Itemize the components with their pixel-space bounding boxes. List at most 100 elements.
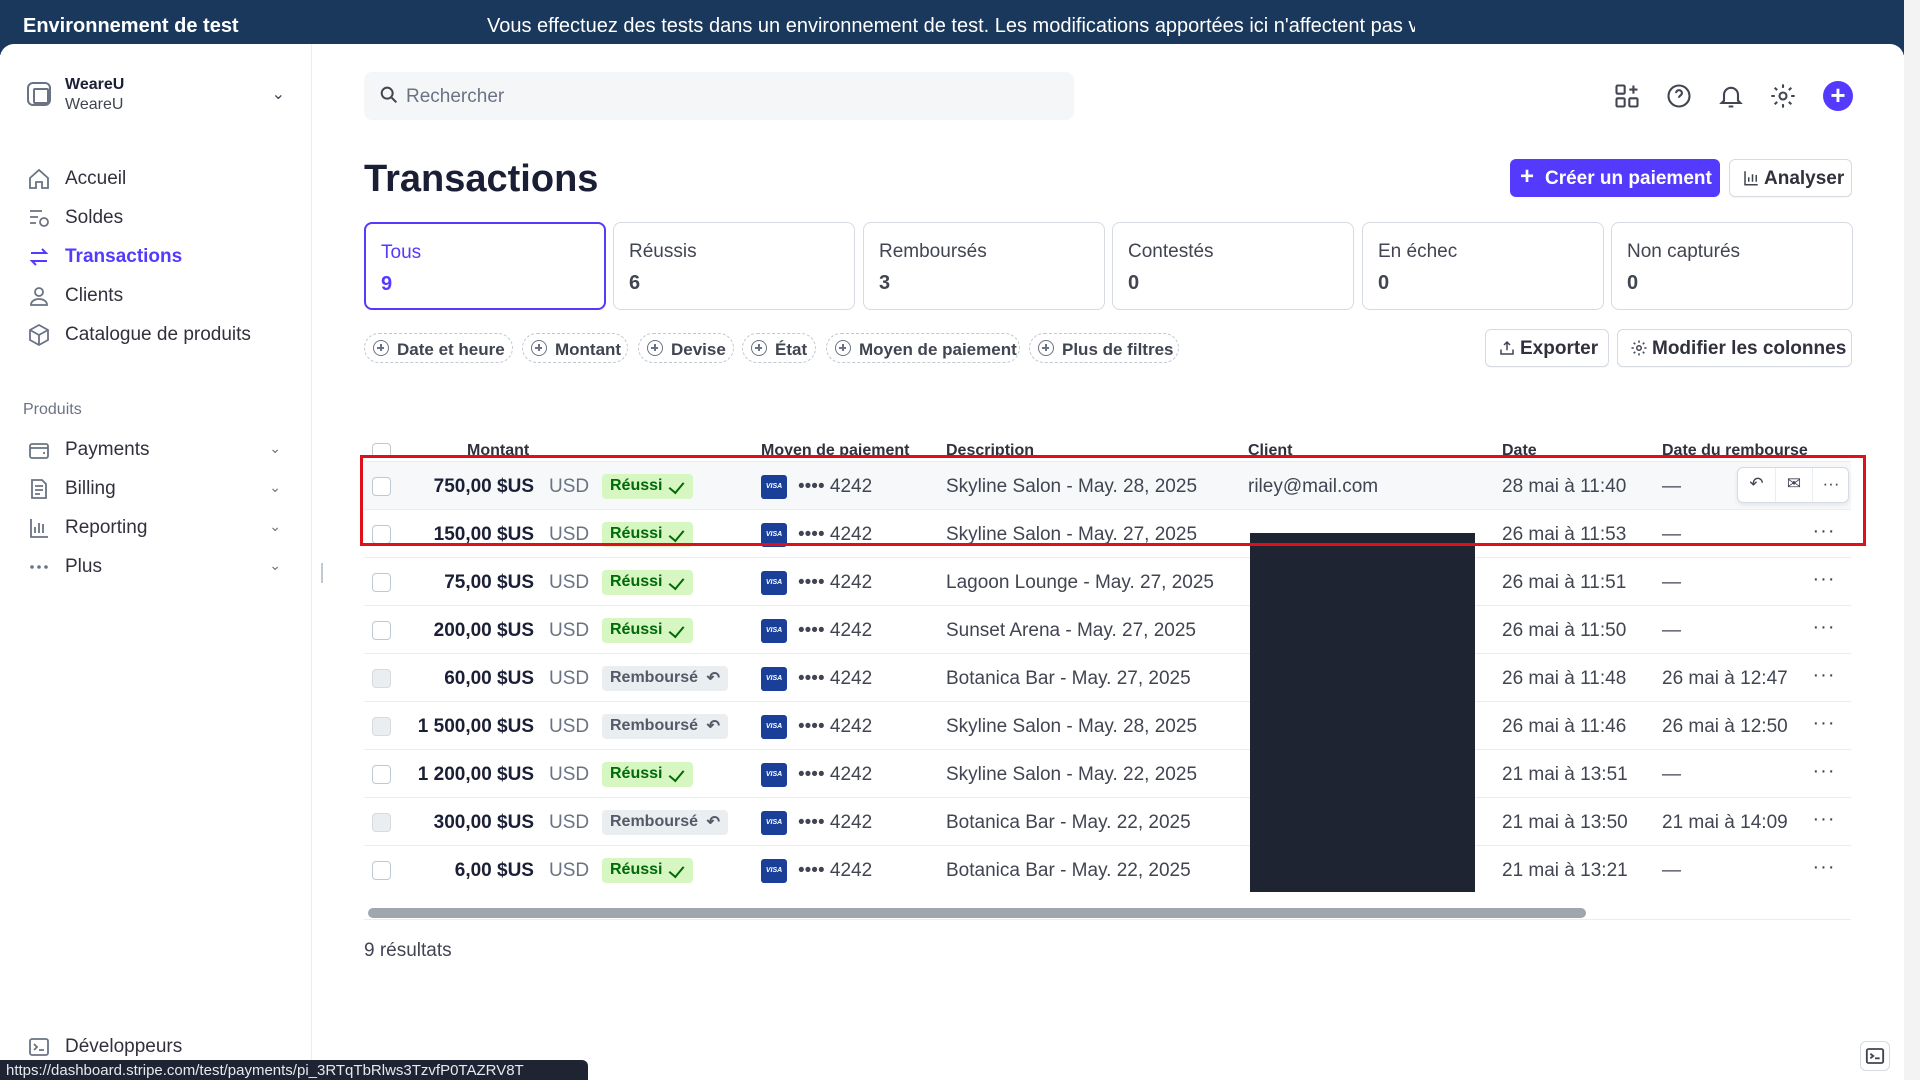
more-icon[interactable]: ··· — [1809, 567, 1839, 597]
card-count: 0 — [1627, 272, 1639, 294]
sidebar-item-clients[interactable]: Clients — [23, 280, 285, 312]
refund-date: 26 mai à 12:50 — [1662, 716, 1788, 737]
refund-date: — — [1662, 764, 1681, 785]
sidebar-item-catalogue[interactable]: Catalogue de produits — [23, 319, 285, 351]
bar-chart-icon — [1744, 171, 1758, 186]
card-count: 0 — [1128, 272, 1140, 294]
visa-card-icon: VISA — [761, 763, 787, 787]
dashboard: WeareU WeareU ⌄ Accueil Soldes Transacti… — [0, 44, 1904, 1080]
status-badge: Remboursé ↶ — [602, 810, 728, 835]
date: 21 mai à 13:51 — [1502, 764, 1628, 785]
currency: USD — [549, 716, 590, 737]
dots-icon — [30, 565, 48, 569]
create-plus-icon[interactable]: + — [1823, 81, 1853, 111]
filter-status[interactable]: État — [742, 333, 816, 363]
filter-label: État — [775, 340, 808, 359]
status-badge: Réussi — [602, 570, 693, 595]
add-circle-icon — [531, 340, 547, 356]
edit-columns-button[interactable]: Modifier les colonnes — [1617, 329, 1852, 367]
card-count: 0 — [1378, 272, 1390, 294]
billing-icon — [31, 479, 47, 499]
filter-amount[interactable]: Montant — [522, 333, 628, 363]
table-row[interactable]: 200,00 $US USD Réussi VISA •••• 4242 Sun… — [364, 605, 1851, 653]
more-icon[interactable]: ··· — [1809, 807, 1839, 837]
account-sub-name: WeareU — [65, 96, 124, 113]
description: Sunset Arena - May. 27, 2025 — [946, 620, 1196, 641]
sidebar-item-transactions[interactable]: Transactions — [23, 241, 285, 273]
card-last4: •••• 4242 — [798, 620, 873, 641]
search-icon — [380, 86, 398, 104]
tab-tous[interactable]: Tous 9 — [364, 222, 606, 310]
filter-date[interactable]: Date et heure — [364, 333, 513, 363]
redacted-customer-block — [1250, 533, 1475, 892]
bell-icon[interactable] — [1717, 82, 1745, 110]
filter-currency[interactable]: Devise — [638, 333, 734, 363]
more-icon[interactable]: ··· — [1809, 759, 1839, 789]
description: Skyline Salon - May. 22, 2025 — [946, 764, 1198, 785]
table-row[interactable]: 1 500,00 $US USD Remboursé ↶ VISA •••• 42… — [364, 701, 1851, 749]
gear-icon[interactable] — [1769, 82, 1797, 110]
sidebar-item-soldes[interactable]: Soldes — [23, 202, 285, 234]
card-last4: •••• 4242 — [798, 860, 873, 881]
bar-chart-icon — [30, 519, 48, 538]
home-icon — [29, 168, 49, 189]
card-label: Contestés — [1128, 241, 1214, 262]
table-row[interactable]: 300,00 $US USD Remboursé ↶ VISA •••• 4242… — [364, 797, 1851, 845]
more-icon[interactable]: ··· — [1809, 615, 1839, 645]
sidebar-item-payments[interactable]: Payments ⌄ — [23, 434, 285, 466]
analyze-button[interactable]: Analyser — [1729, 159, 1852, 197]
table-row[interactable]: 60,00 $US USD Remboursé ↶ VISA •••• 4242 … — [364, 653, 1851, 701]
tab-en-echec[interactable]: En échec 0 — [1362, 222, 1604, 310]
export-button[interactable]: Exporter — [1485, 329, 1609, 367]
visa-card-icon: VISA — [761, 667, 787, 691]
refund-date: 21 mai à 14:09 — [1662, 812, 1788, 833]
table-row[interactable]: 6,00 $US USD Réussi VISA •••• 4242 Botan… — [364, 845, 1851, 893]
sidebar-item-developers[interactable]: Développeurs — [23, 1031, 285, 1063]
gear-icon — [1631, 340, 1647, 356]
card-label: Non capturés — [1627, 241, 1741, 262]
environment-label: Environnement de test — [23, 15, 239, 37]
tab-non-captures[interactable]: Non capturés 0 — [1611, 222, 1853, 310]
sidebar-item-billing[interactable]: Billing ⌄ — [23, 473, 285, 505]
help-icon[interactable] — [1665, 82, 1693, 110]
tab-reussis[interactable]: Réussis 6 — [613, 222, 855, 310]
more-icon[interactable]: ··· — [1809, 711, 1839, 741]
card-label: Réussis — [629, 241, 697, 262]
sidebar-item-reporting[interactable]: Reporting ⌄ — [23, 512, 285, 544]
date: 26 mai à 11:50 — [1502, 620, 1627, 641]
apps-icon[interactable] — [1613, 82, 1641, 110]
visa-card-icon: VISA — [761, 715, 787, 739]
more-icon[interactable]: ··· — [1809, 663, 1839, 693]
terminal-icon[interactable] — [1860, 1041, 1890, 1071]
sidebar-item-label: Développeurs — [65, 1036, 183, 1057]
table-row[interactable]: 75,00 $US USD Réussi VISA •••• 4242 Lago… — [364, 557, 1851, 605]
account-switcher[interactable]: WeareU WeareU ⌄ — [23, 74, 285, 120]
sidebar-resize-handle[interactable] — [321, 563, 323, 583]
more-icon[interactable]: ··· — [1809, 855, 1839, 885]
currency: USD — [549, 572, 590, 593]
filter-label: Date et heure — [397, 340, 505, 359]
export-icon — [1500, 340, 1514, 355]
sidebar-item-plus[interactable]: Plus ⌄ — [23, 551, 285, 583]
sidebar-item-accueil[interactable]: Accueil — [23, 163, 285, 195]
description: Botanica Bar - May. 27, 2025 — [946, 668, 1191, 689]
card-last4: •••• 4242 — [798, 812, 873, 833]
filter-label: Devise — [671, 340, 726, 359]
filter-more[interactable]: Plus de filtres — [1029, 333, 1179, 363]
window-scrollbar[interactable] — [1904, 0, 1920, 1080]
add-circle-icon — [835, 340, 851, 356]
currency: USD — [549, 668, 590, 689]
table-horizontal-scrollbar[interactable] — [368, 908, 1586, 918]
create-payment-button[interactable]: + Créer un paiement — [1510, 159, 1720, 197]
status-badge: Remboursé ↶ — [602, 666, 728, 691]
tab-rembourses[interactable]: Remboursés 3 — [863, 222, 1105, 310]
add-circle-icon — [751, 340, 767, 356]
tab-contestes[interactable]: Contestés 0 — [1112, 222, 1354, 310]
table-row[interactable]: 1 200,00 $US USD Réussi VISA •••• 4242 S… — [364, 749, 1851, 797]
filter-payment-method[interactable]: Moyen de paiement — [826, 333, 1020, 363]
filter-label: Montant — [555, 340, 622, 359]
account-logo-icon — [27, 82, 51, 106]
currency: USD — [549, 620, 590, 641]
search-input[interactable]: Rechercher — [364, 72, 1074, 120]
currency: USD — [549, 764, 590, 785]
